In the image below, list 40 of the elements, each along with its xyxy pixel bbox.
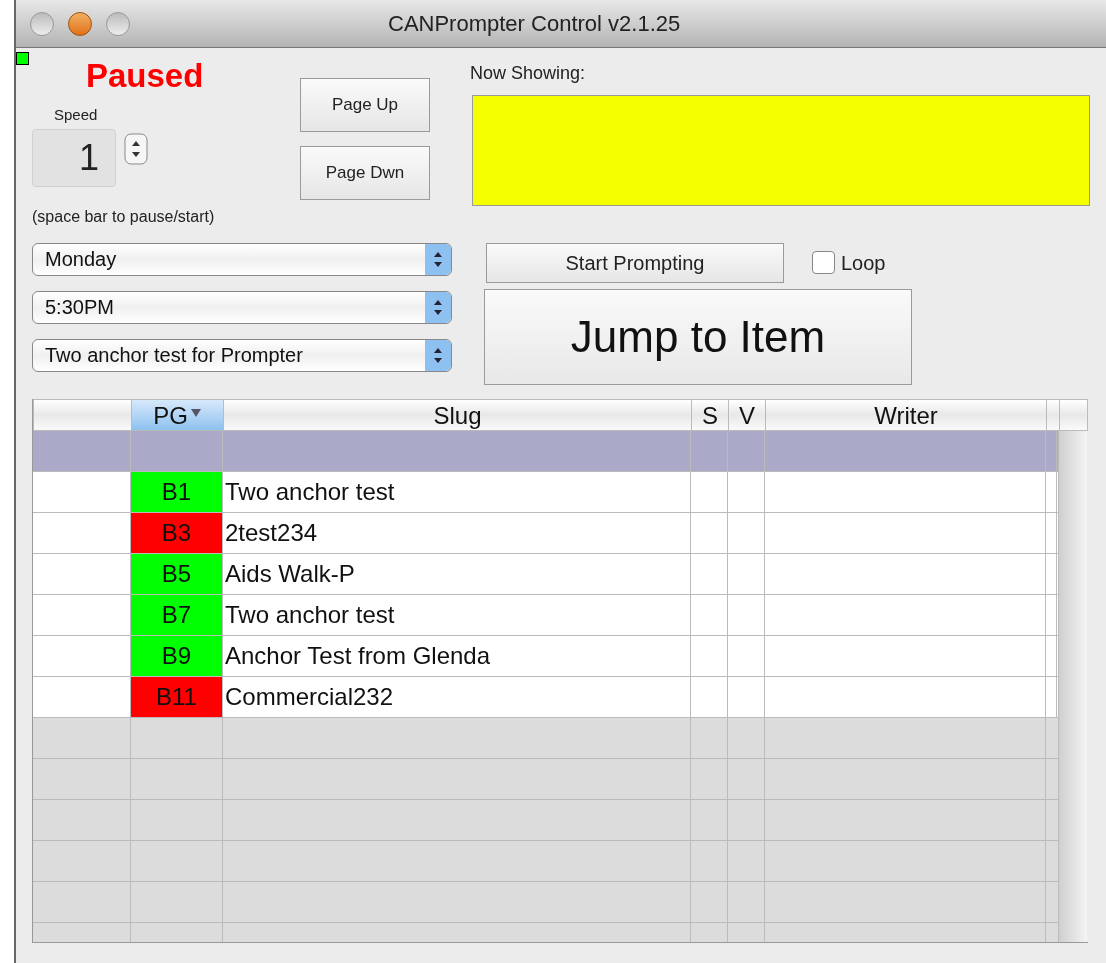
column-header[interactable]: S — [692, 399, 729, 430]
slug-cell: Commercial232 — [223, 676, 691, 717]
speed-field[interactable]: 1 — [32, 128, 116, 187]
slug-cell: 2test234 — [223, 512, 691, 553]
stepper-icon[interactable] — [124, 132, 148, 165]
chevron-icon — [425, 291, 451, 323]
now-showing-label: Now Showing: — [470, 62, 587, 85]
loop-checkbox[interactable] — [812, 251, 835, 274]
page-cell: B3 — [131, 512, 223, 553]
page-cell: B11 — [131, 676, 223, 717]
dropdown[interactable]: Two anchor test for Prompter — [32, 338, 452, 372]
column-header[interactable]: PG — [132, 399, 224, 430]
slug-cell: Anchor Test from Glenda — [223, 635, 691, 676]
page-button[interactable]: Page Dwn — [300, 146, 430, 200]
window-button[interactable] — [68, 11, 92, 36]
chevron-icon — [425, 339, 451, 371]
sort-icon — [189, 407, 202, 418]
slug-cell: Aids Walk-P — [223, 553, 691, 594]
page-cell: B5 — [131, 553, 223, 594]
window-button[interactable] — [106, 11, 130, 36]
slug-cell: Two anchor test — [223, 594, 691, 635]
page-button[interactable]: Page Up — [300, 78, 430, 132]
chevron-icon — [425, 243, 451, 275]
slug-cell: Two anchor test — [223, 471, 691, 512]
loop-label: Loop — [841, 250, 886, 276]
status-label: Paused — [86, 56, 205, 96]
column-header[interactable]: Slug — [224, 399, 692, 430]
dropdown[interactable]: Monday — [32, 242, 452, 276]
page-cell: B1 — [131, 471, 223, 512]
window-title: CANPrompter Control v2.1.25 — [388, 10, 681, 38]
start-prompting-button[interactable]: Start Prompting — [486, 242, 784, 283]
dropdown[interactable]: 5:30PM — [32, 290, 452, 324]
page-cell: B9 — [131, 635, 223, 676]
window-button[interactable] — [30, 11, 54, 36]
hint-text: (space bar to pause/start) — [32, 206, 216, 227]
speed-label: Speed — [54, 105, 99, 125]
column-header[interactable]: V — [729, 399, 766, 430]
jump-to-item-button[interactable]: Jump to Item — [484, 288, 912, 385]
column-header[interactable]: Writer — [766, 399, 1047, 430]
page-cell: B7 — [131, 594, 223, 635]
